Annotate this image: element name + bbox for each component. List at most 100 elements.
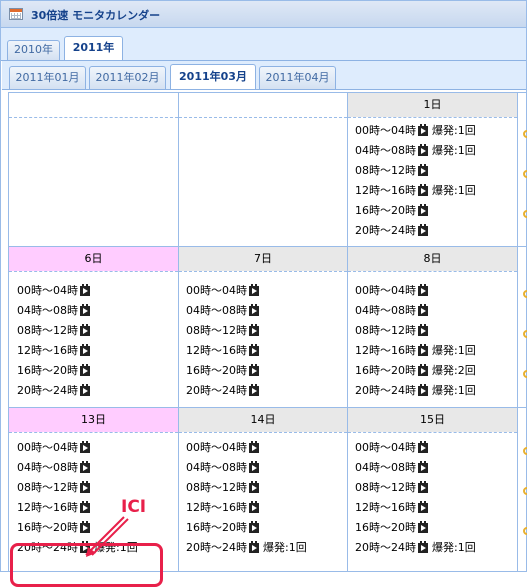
time-slot[interactable]: 00時～04時 — [355, 281, 428, 301]
video-icon[interactable] — [418, 521, 428, 533]
day-divider — [179, 271, 347, 272]
video-icon[interactable] — [418, 324, 428, 336]
video-icon[interactable] — [80, 461, 90, 473]
video-icon[interactable] — [80, 441, 90, 453]
video-icon[interactable] — [249, 324, 259, 336]
video-icon[interactable] — [418, 541, 428, 553]
slot-label: 00時～04時 — [355, 124, 416, 137]
time-slot[interactable]: 16時～20時 爆発:2回 — [355, 361, 476, 381]
video-icon[interactable] — [80, 344, 90, 356]
tab-year-2011[interactable]: 2011年 — [64, 36, 123, 60]
video-icon[interactable] — [249, 344, 259, 356]
time-slot[interactable]: 04時～08時 — [17, 301, 90, 321]
video-icon[interactable] — [249, 364, 259, 376]
time-slot[interactable]: 16時～20時 — [17, 361, 90, 381]
video-icon[interactable] — [249, 481, 259, 493]
day-header: 14日 — [179, 408, 347, 432]
video-icon[interactable] — [418, 204, 428, 216]
video-icon[interactable] — [418, 124, 428, 136]
video-icon[interactable] — [418, 144, 428, 156]
time-slot[interactable]: 04時～08時 — [355, 458, 428, 478]
tab-month-2011-02[interactable]: 2011年02月 — [89, 66, 166, 89]
video-icon[interactable] — [418, 164, 428, 176]
slot-label: 08時～12時 — [186, 481, 247, 494]
time-slot[interactable]: 00時～04時 — [17, 281, 90, 301]
time-slot[interactable]: 00時～04時 — [186, 438, 259, 458]
time-slot[interactable]: 08時～12時 — [355, 478, 428, 498]
video-icon[interactable] — [418, 384, 428, 396]
time-slot[interactable]: 16時～20時 — [186, 361, 259, 381]
time-slot[interactable]: 12時～16時 爆発:1回 — [355, 181, 476, 201]
video-icon[interactable] — [249, 541, 259, 553]
video-icon[interactable] — [418, 184, 428, 196]
video-icon[interactable] — [418, 284, 428, 296]
tab-month-2011-01[interactable]: 2011年01月 — [9, 66, 86, 89]
time-slot[interactable]: 12時～16時 — [186, 341, 259, 361]
video-icon[interactable] — [80, 324, 90, 336]
time-slot[interactable]: 04時～08時 爆発:1回 — [355, 141, 476, 161]
video-icon[interactable] — [249, 304, 259, 316]
video-icon[interactable] — [418, 481, 428, 493]
panel-header: 30倍速 モニタカレンダー — [1, 1, 526, 28]
time-slot[interactable]: 20時～24時 — [186, 381, 259, 401]
time-slot[interactable]: 20時～24時 爆発:1回 — [186, 538, 307, 558]
video-icon[interactable] — [418, 304, 428, 316]
tab-month-2011-03[interactable]: 2011年03月 — [170, 64, 256, 89]
video-icon[interactable] — [249, 384, 259, 396]
video-icon[interactable] — [80, 304, 90, 316]
video-icon[interactable] — [249, 521, 259, 533]
time-slot[interactable]: 00時～04時 — [186, 281, 259, 301]
video-icon[interactable] — [80, 481, 90, 493]
video-icon[interactable] — [249, 284, 259, 296]
video-icon[interactable] — [418, 224, 428, 236]
time-slot[interactable]: 00時～04時 — [355, 438, 428, 458]
slot-label: 16時～20時 — [186, 364, 247, 377]
time-slot[interactable]: 16時～20時 — [186, 518, 259, 538]
video-icon[interactable] — [80, 364, 90, 376]
slot-label: 20時～24時 — [186, 384, 247, 397]
calendar-grid: 1日 00時～04時 爆発:1回 04時～08時 爆発:1回 08時～12時 12時… — [8, 92, 527, 572]
video-icon[interactable] — [418, 441, 428, 453]
time-slot[interactable]: 20時～24時 爆発:1回 — [355, 538, 476, 558]
time-slot[interactable]: 04時～08時 — [17, 458, 90, 478]
overflow-marker — [523, 170, 527, 178]
calendar-icon — [9, 8, 23, 20]
time-slot[interactable]: 00時～04時 — [17, 438, 90, 458]
slot-label: 08時～12時 — [355, 164, 416, 177]
time-slot[interactable]: 08時～12時 — [355, 321, 428, 341]
time-slot[interactable]: 12時～16時 — [355, 498, 428, 518]
time-slot[interactable]: 16時～20時 — [355, 201, 428, 221]
event-note: 爆発:1回 — [432, 541, 476, 554]
grid-line — [517, 92, 518, 572]
tab-year-2010[interactable]: 2010年 — [7, 40, 60, 60]
time-slot[interactable]: 04時～08時 — [355, 301, 428, 321]
video-icon[interactable] — [249, 461, 259, 473]
time-slot[interactable]: 12時～16時 爆発:1回 — [355, 341, 476, 361]
tab-month-2011-04[interactable]: 2011年04月 — [259, 66, 336, 89]
video-icon[interactable] — [80, 501, 90, 513]
time-slot[interactable]: 04時～08時 — [186, 458, 259, 478]
time-slot[interactable]: 00時～04時 爆発:1回 — [355, 121, 476, 141]
slot-label: 04時～08時 — [355, 304, 416, 317]
video-icon[interactable] — [418, 364, 428, 376]
video-icon[interactable] — [418, 501, 428, 513]
slot-label: 16時～20時 — [186, 521, 247, 534]
time-slot[interactable]: 08時～12時 — [17, 321, 90, 341]
time-slot[interactable]: 20時～24時 — [17, 381, 90, 401]
video-icon[interactable] — [418, 344, 428, 356]
video-icon[interactable] — [249, 501, 259, 513]
video-icon[interactable] — [249, 441, 259, 453]
time-slot[interactable]: 16時～20時 — [355, 518, 428, 538]
video-icon[interactable] — [80, 284, 90, 296]
time-slot[interactable]: 08時～12時 — [186, 478, 259, 498]
time-slot[interactable]: 08時～12時 — [186, 321, 259, 341]
time-slot[interactable]: 20時～24時 爆発:1回 — [355, 381, 476, 401]
time-slot[interactable]: 20時～24時 — [355, 221, 428, 241]
time-slot[interactable]: 08時～12時 — [17, 478, 90, 498]
time-slot[interactable]: 08時～12時 — [355, 161, 428, 181]
time-slot[interactable]: 12時～16時 — [186, 498, 259, 518]
video-icon[interactable] — [80, 384, 90, 396]
time-slot[interactable]: 04時～08時 — [186, 301, 259, 321]
time-slot[interactable]: 12時～16時 — [17, 341, 90, 361]
video-icon[interactable] — [418, 461, 428, 473]
